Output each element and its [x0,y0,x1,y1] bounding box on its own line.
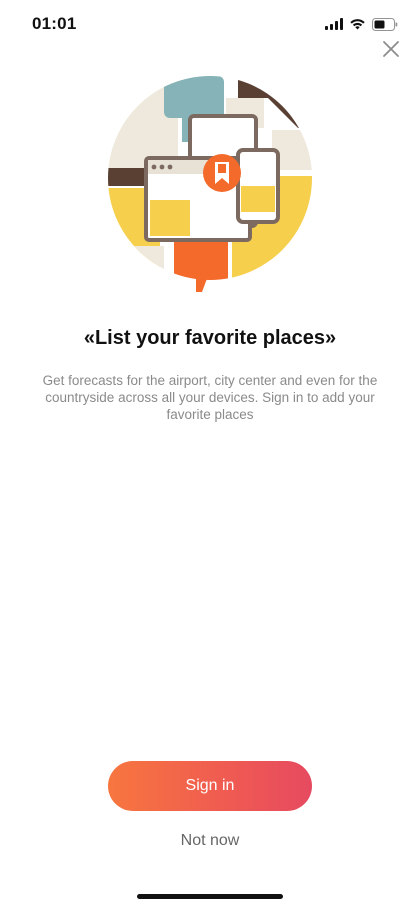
status-time: 01:01 [32,14,77,33]
page-title: «List your favorite places» [83,327,337,349]
close-icon [383,41,399,57]
battery-icon [372,17,398,31]
not-now-button[interactable]: Not now [130,832,290,854]
status-icons [325,16,398,32]
close-button[interactable] [380,38,402,60]
signal-icon [325,18,343,30]
favorite-places-illustration [108,76,312,292]
page-description: Get forecasts for the airport, city cent… [42,373,378,422]
wifi-icon [350,19,365,30]
status-bar: 01:01 [0,0,420,48]
home-indicator [137,894,283,899]
bookmark-icon [203,154,241,192]
sign-in-button[interactable]: Sign in [108,761,312,811]
